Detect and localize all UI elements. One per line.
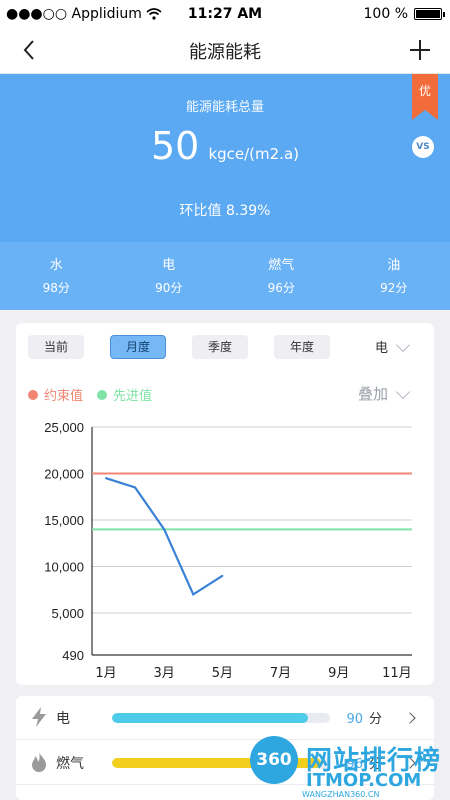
tab-monthly[interactable]: 月度 [110, 335, 166, 359]
page-title: 能源能耗 [189, 42, 261, 63]
battery-icon [414, 8, 445, 20]
data-point [163, 528, 166, 531]
legend-advanced: 先进值 [97, 385, 152, 404]
chevron-down-icon [395, 384, 411, 399]
score-water[interactable]: 水 98分 [0, 242, 113, 310]
y-tick-label: 20,000 [44, 467, 84, 482]
y-tick-label: 25,000 [44, 420, 84, 435]
total-unit: kgce/(m2.a) [208, 145, 299, 163]
x-tick-label: 7月 [270, 666, 291, 681]
data-point [105, 477, 107, 480]
mode-dropdown[interactable]: 叠加 [357, 383, 411, 404]
legend-advanced-dot [97, 389, 108, 400]
score-electric[interactable]: 电 90分 [113, 242, 226, 310]
list-item-score: 90 分 [346, 712, 382, 727]
watermark-sub: WANGZHAN360.CN [302, 790, 380, 799]
tab-yearly[interactable]: 年度 [274, 335, 330, 359]
score-gas[interactable]: 燃气 96分 [225, 242, 338, 310]
chevron-right-icon [404, 711, 416, 724]
y-tick-label: 15,000 [44, 513, 84, 528]
data-point [221, 574, 224, 577]
x-tick-label: 11月 [382, 666, 412, 681]
legend-limit-dot [28, 389, 38, 400]
x-tick-label: 9月 [328, 666, 349, 681]
series-line [105, 477, 223, 597]
watermark-logo: 360 [250, 736, 298, 784]
x-tick-label: 5月 [212, 666, 233, 681]
add-icon[interactable] [408, 38, 432, 62]
ratio-text: 环比值 8.39% [179, 203, 271, 219]
x-tick-label: 3月 [154, 666, 175, 681]
tab-current[interactable]: 当前 [28, 335, 84, 359]
total-label: 能源能耗总量 [185, 100, 264, 115]
nav-bar: 能源能耗 [0, 28, 450, 74]
y-tick-label: 490 [62, 648, 84, 663]
data-point [134, 486, 137, 489]
status-bar: ●●●○○ Applidium 11:27 AM 100 % [0, 0, 450, 28]
watermark-domain: ITMOP.COM [306, 770, 422, 791]
legend-limit: 约束值 [28, 385, 83, 404]
list-item-label: 电 [56, 710, 70, 727]
total-value: 50 [150, 124, 200, 168]
x-tick-label: 1月 [95, 666, 116, 681]
chart-legend: 约束值 先进值 [28, 385, 152, 404]
watermark: 360 网站排行榜 ITMOP.COM WANGZHAN360.CN [250, 734, 450, 800]
period-tabs: 当前 月度 季度 年度 [28, 335, 330, 359]
lightning-icon [32, 707, 46, 727]
chevron-down-icon [395, 337, 411, 352]
battery-percent: 100 % [363, 6, 408, 22]
tab-quarterly[interactable]: 季度 [192, 335, 248, 359]
chart-card: 当前 月度 季度 年度 电 约束值 先进值 叠加 25,000 20,000 15,… [16, 323, 434, 685]
energy-summary: 能源能耗总量 50 kgce/(m2.a) 环比值 8.39% 优 VS [0, 74, 450, 242]
consumption-chart: 25,000 20,000 15,000 10,000 5,000 490 1月 3月 5月 7月… [44, 420, 412, 681]
y-tick-label: 10,000 [44, 560, 84, 575]
score-oil[interactable]: 油 92分 [338, 242, 450, 310]
y-tick-label: 5,000 [51, 606, 84, 621]
mode-value: 叠加 [357, 385, 388, 403]
energy-type-value: 电 [374, 341, 388, 356]
data-point [192, 593, 195, 596]
list-item-label: 燃气 [56, 755, 84, 772]
flame-icon [32, 752, 46, 772]
progress-bar [112, 712, 330, 723]
compare-button[interactable]: VS [412, 136, 434, 158]
energy-scores: 水 98分 电 90分 燃气 96分 油 92分 [0, 242, 450, 310]
energy-type-dropdown[interactable]: 电 [374, 337, 411, 356]
